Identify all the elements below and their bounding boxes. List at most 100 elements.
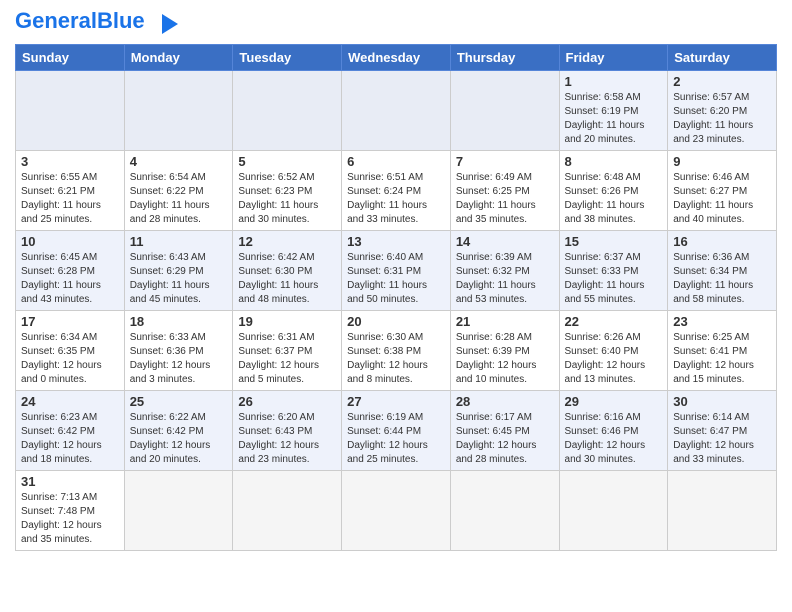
day-cell [342,471,451,551]
day-cell: 7Sunrise: 6:49 AMSunset: 6:25 PMDaylight… [450,151,559,231]
day-cell: 16 Sunrise: 6:36 AMSunset: 6:34 PMDayligh… [668,231,777,311]
weekday-monday: Monday [124,45,233,71]
logo: GeneralBlue [15,10,182,38]
day-number: 17 [21,314,119,329]
weekday-tuesday: Tuesday [233,45,342,71]
day-number: 14 [456,234,554,249]
day-number: 20 [347,314,445,329]
day-info: Sunrise: 6:46 AMSunset: 6:27 PMDaylight:… [673,171,771,227]
day-cell: 28Sunrise: 6:17 AMSunset: 6:45 PMDayligh… [450,391,559,471]
day-cell: 1Sunrise: 6:58 AMSunset: 6:19 PMDaylight… [559,71,668,151]
day-number: 2 [673,74,771,89]
day-cell: 11 Sunrise: 6:43 AMSunset: 6:29 PMDayligh… [124,231,233,311]
day-number: 3 [21,154,119,169]
day-number: 23 [673,314,771,329]
day-number: 26 [238,394,336,409]
day-cell: 4 Sunrise: 6:54 AMSunset: 6:22 PMDaylight… [124,151,233,231]
week-row-2: 10 Sunrise: 6:45 AMSunset: 6:28 PMDayligh… [16,231,777,311]
day-cell: 23 Sunrise: 6:25 AMSunset: 6:41 PMDayligh… [668,311,777,391]
logo-text: GeneralBlue [15,8,151,33]
day-info: Sunrise: 6:17 AMSunset: 6:45 PMDaylight:… [456,411,554,467]
day-cell: 15 Sunrise: 6:37 AMSunset: 6:33 PMDayligh… [559,231,668,311]
day-cell: 25Sunrise: 6:22 AMSunset: 6:42 PMDayligh… [124,391,233,471]
day-cell: 14Sunrise: 6:39 AMSunset: 6:32 PMDayligh… [450,231,559,311]
day-info: Sunrise: 6:30 AMSunset: 6:38 PMDaylight:… [347,331,445,387]
day-cell: 19 Sunrise: 6:31 AMSunset: 6:37 PMDayligh… [233,311,342,391]
day-number: 18 [130,314,228,329]
day-info: Sunrise: 6:14 AMSunset: 6:47 PMDaylight:… [673,411,771,467]
week-row-5: 31Sunrise: 7:13 AMSunset: 7:48 PMDayligh… [16,471,777,551]
logo-general: General [15,8,97,33]
day-cell [233,71,342,151]
weekday-saturday: Saturday [668,45,777,71]
day-cell: 30 Sunrise: 6:14 AMSunset: 6:47 PMDayligh… [668,391,777,471]
day-number: 4 [130,154,228,169]
day-cell [668,471,777,551]
day-number: 27 [347,394,445,409]
day-info: Sunrise: 6:22 AMSunset: 6:42 PMDaylight:… [130,411,228,467]
weekday-friday: Friday [559,45,668,71]
week-row-1: 3 Sunrise: 6:55 AMSunset: 6:21 PMDaylight… [16,151,777,231]
weekday-thursday: Thursday [450,45,559,71]
day-number: 24 [21,394,119,409]
logo-text-block: GeneralBlue [15,10,182,38]
day-number: 10 [21,234,119,249]
day-info: Sunrise: 6:26 AMSunset: 6:40 PMDaylight:… [565,331,663,387]
day-info: Sunrise: 6:34 AMSunset: 6:35 PMDaylight:… [21,331,119,387]
day-number: 8 [565,154,663,169]
day-cell [450,471,559,551]
logo-blue: Blue [97,8,145,33]
day-info: Sunrise: 6:31 AMSunset: 6:37 PMDaylight:… [238,331,336,387]
day-cell: 8Sunrise: 6:48 AMSunset: 6:26 PMDaylight… [559,151,668,231]
header: GeneralBlue [15,10,777,38]
day-number: 13 [347,234,445,249]
day-info: Sunrise: 6:55 AMSunset: 6:21 PMDaylight:… [21,171,119,227]
day-info: Sunrise: 6:54 AMSunset: 6:22 PMDaylight:… [130,171,228,227]
day-info: Sunrise: 6:19 AMSunset: 6:44 PMDaylight:… [347,411,445,467]
day-cell: 24 Sunrise: 6:23 AMSunset: 6:42 PMDayligh… [16,391,125,471]
day-info: Sunrise: 6:43 AMSunset: 6:29 PMDaylight:… [130,251,228,307]
day-info: Sunrise: 6:58 AMSunset: 6:19 PMDaylight:… [565,91,663,147]
day-info: Sunrise: 6:23 AMSunset: 6:42 PMDaylight:… [21,411,119,467]
day-info: Sunrise: 6:42 AMSunset: 6:30 PMDaylight:… [238,251,336,307]
day-cell: 17 Sunrise: 6:34 AMSunset: 6:35 PMDayligh… [16,311,125,391]
day-cell: 13 Sunrise: 6:40 AMSunset: 6:31 PMDayligh… [342,231,451,311]
day-number: 15 [565,234,663,249]
day-info: Sunrise: 6:25 AMSunset: 6:41 PMDaylight:… [673,331,771,387]
day-cell: 2 Sunrise: 6:57 AMSunset: 6:20 PMDaylight… [668,71,777,151]
day-info: Sunrise: 6:45 AMSunset: 6:28 PMDaylight:… [21,251,119,307]
day-number: 11 [130,234,228,249]
day-info: Sunrise: 6:28 AMSunset: 6:39 PMDaylight:… [456,331,554,387]
week-row-4: 24 Sunrise: 6:23 AMSunset: 6:42 PMDayligh… [16,391,777,471]
day-cell: 9 Sunrise: 6:46 AMSunset: 6:27 PMDaylight… [668,151,777,231]
day-cell [16,71,125,151]
day-number: 12 [238,234,336,249]
day-cell: 3 Sunrise: 6:55 AMSunset: 6:21 PMDaylight… [16,151,125,231]
day-number: 6 [347,154,445,169]
day-number: 31 [21,474,119,489]
page: GeneralBlue SundayMondayTuesdayWednesday… [0,0,792,561]
day-number: 16 [673,234,771,249]
weekday-wednesday: Wednesday [342,45,451,71]
day-cell [559,471,668,551]
logo-icon [154,10,182,38]
weekday-sunday: Sunday [16,45,125,71]
day-info: Sunrise: 6:37 AMSunset: 6:33 PMDaylight:… [565,251,663,307]
day-number: 21 [456,314,554,329]
day-cell: 26Sunrise: 6:20 AMSunset: 6:43 PMDayligh… [233,391,342,471]
day-info: Sunrise: 6:36 AMSunset: 6:34 PMDaylight:… [673,251,771,307]
day-cell [124,471,233,551]
day-info: Sunrise: 6:40 AMSunset: 6:31 PMDaylight:… [347,251,445,307]
day-number: 9 [673,154,771,169]
day-cell: 10 Sunrise: 6:45 AMSunset: 6:28 PMDayligh… [16,231,125,311]
week-row-3: 17 Sunrise: 6:34 AMSunset: 6:35 PMDayligh… [16,311,777,391]
day-cell: 20 Sunrise: 6:30 AMSunset: 6:38 PMDayligh… [342,311,451,391]
day-number: 29 [565,394,663,409]
day-cell: 31Sunrise: 7:13 AMSunset: 7:48 PMDayligh… [16,471,125,551]
day-number: 30 [673,394,771,409]
day-info: Sunrise: 6:57 AMSunset: 6:20 PMDaylight:… [673,91,771,147]
day-cell: 12 Sunrise: 6:42 AMSunset: 6:30 PMDayligh… [233,231,342,311]
day-number: 19 [238,314,336,329]
day-cell [450,71,559,151]
weekday-header-row: SundayMondayTuesdayWednesdayThursdayFrid… [16,45,777,71]
